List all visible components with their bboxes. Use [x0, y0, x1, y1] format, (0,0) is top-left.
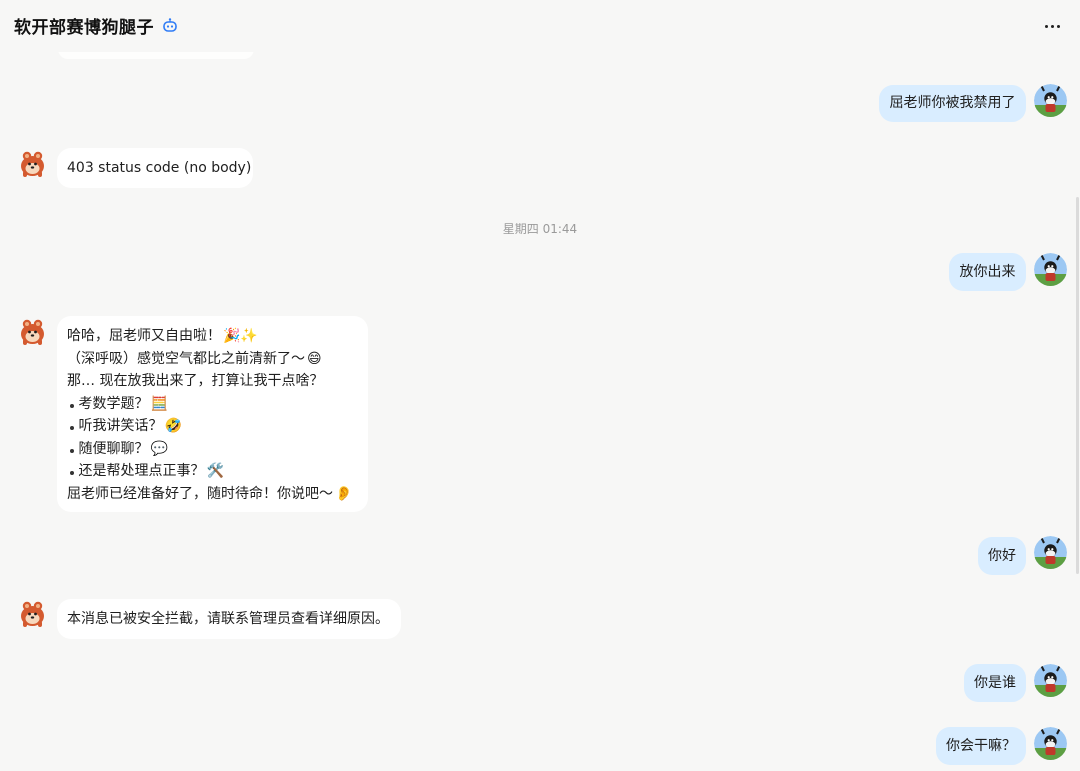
- chat-header: 软开部赛博狗腿子: [0, 0, 1080, 52]
- bot-avatar-icon: [16, 148, 49, 181]
- bullet-icon: [70, 426, 74, 430]
- abacus-icon: 🧮: [150, 395, 168, 412]
- message-timestamp: 星期四 01:44: [502, 222, 578, 236]
- user-bubble[interactable]: 放你出来: [949, 253, 1026, 291]
- user-bubble[interactable]: 屈老师你被我禁用了: [879, 85, 1026, 122]
- chat-page: 软开部赛博狗腿子 屈老师你被我禁用了 403 status code (no b…: [0, 0, 1080, 771]
- bot-bubble[interactable]: 403 status code (no body): [57, 148, 253, 188]
- message-text: 放你出来: [959, 264, 1016, 280]
- message-text: 屈老师已经准备好了，随时待命！你说吧～: [67, 485, 333, 502]
- list-item: 听我讲笑话？ 🤣: [67, 415, 358, 438]
- message-text: 还是帮处理点正事？: [78, 463, 205, 479]
- user-bubble[interactable]: 你会干嘛？: [936, 727, 1026, 765]
- message-text: 考数学题？: [78, 395, 149, 412]
- bullet-icon: [70, 471, 74, 475]
- message-line: 那… 现在放我出来了，打算让我干点啥？: [67, 370, 358, 393]
- chat-area[interactable]: 屈老师你被我禁用了 403 status code (no body) 星期四 …: [0, 0, 1080, 771]
- user-avatar-icon: [1034, 84, 1067, 117]
- speech-bubble-icon: 💬: [150, 440, 168, 457]
- ear-icon: 👂: [335, 485, 353, 502]
- tools-icon: 🛠️: [206, 463, 224, 479]
- message-text: 本消息已被安全拦截，请联系管理员查看详细原因。: [67, 611, 389, 627]
- message-line: 哈哈，屈老师又自由啦！ 🎉✨: [67, 325, 358, 348]
- bullet-icon: [70, 403, 74, 408]
- message-line: 屈老师已经准备好了，随时待命！你说吧～ 👂: [67, 483, 358, 506]
- bot-bubble[interactable]: 本消息已被安全拦截，请联系管理员查看详细原因。: [57, 599, 401, 639]
- user-bubble[interactable]: 你好: [978, 537, 1026, 575]
- laugh-icon: 🤣: [164, 418, 182, 434]
- chat-title: 软开部赛博狗腿子: [14, 18, 154, 38]
- more-icon: [1044, 24, 1060, 28]
- list-item: 还是帮处理点正事？ 🛠️: [67, 460, 358, 483]
- smile-icon: 😄: [307, 350, 322, 367]
- message-text: （深呼吸）感觉空气都比之前清新了～: [67, 350, 305, 367]
- more-button[interactable]: [1036, 12, 1068, 40]
- message-text: 听我讲笑话？: [78, 418, 163, 434]
- user-avatar-icon: [1034, 536, 1067, 569]
- user-avatar-icon: [1034, 253, 1067, 286]
- message-text: 403 status code (no body): [67, 160, 252, 176]
- list-item: 考数学题？ 🧮: [67, 393, 358, 416]
- bullet-icon: [70, 448, 74, 453]
- message-text: 你好: [988, 548, 1016, 564]
- message-text: 你是谁: [974, 675, 1016, 691]
- message-line: （深呼吸）感觉空气都比之前清新了～ 😄: [67, 348, 358, 371]
- scrollbar[interactable]: [1076, 197, 1079, 574]
- user-avatar-icon: [1034, 727, 1067, 760]
- message-text: 哈哈，屈老师又自由啦！: [67, 328, 221, 344]
- bot-bubble[interactable]: 哈哈，屈老师又自由啦！ 🎉✨ （深呼吸）感觉空气都比之前清新了～ 😄 那… 现在放我…: [57, 316, 368, 512]
- message-text: 随便聊聊？: [78, 440, 149, 457]
- party-icon: 🎉✨: [223, 328, 258, 344]
- bot-avatar-icon: [16, 598, 49, 631]
- robot-icon: [161, 17, 179, 35]
- user-avatar-icon: [1034, 664, 1067, 697]
- list-item: 随便聊聊？ 💬: [67, 438, 358, 461]
- user-bubble[interactable]: 你是谁: [964, 664, 1026, 702]
- bot-avatar-icon: [16, 316, 49, 349]
- message-text: 你会干嘛？: [946, 738, 1016, 754]
- title-wrap: 软开部赛博狗腿子: [14, 13, 179, 38]
- message-text: 屈老师你被我禁用了: [889, 95, 1016, 111]
- message-text: 那… 现在放我出来了，打算让我干点啥？: [67, 373, 324, 389]
